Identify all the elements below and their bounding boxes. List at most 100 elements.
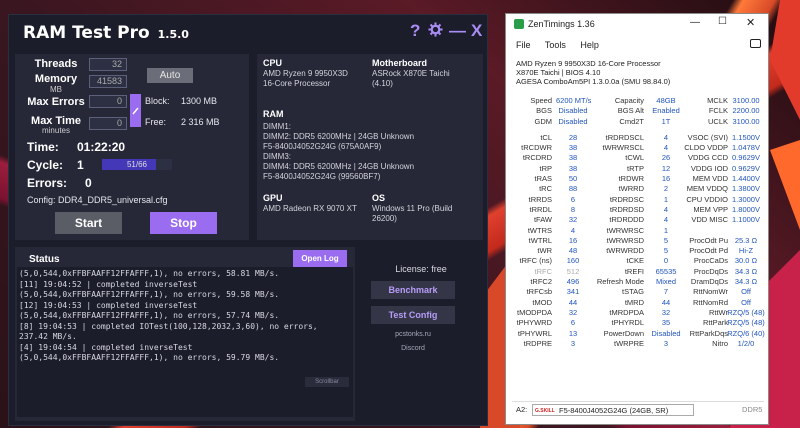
timing-label: Cmd2T: [619, 116, 644, 126]
gear-icon[interactable]: [428, 22, 443, 42]
errors-label: Errors:: [27, 176, 68, 190]
zt-row: tRP 38 tRTP 12 VDDG IOD 0.9629V: [512, 164, 764, 174]
zt-titlebar: ZenTimings 1.36 — ☐ ✕: [506, 14, 768, 36]
timing-value: 12: [661, 163, 671, 173]
max-errors-field[interactable]: 0: [89, 95, 127, 108]
threads-field[interactable]: 32: [89, 58, 127, 71]
timing-value: 160: [566, 256, 580, 266]
timing-label: tCWL: [625, 153, 644, 163]
timing-value: 44: [568, 297, 578, 307]
timing-label: tRP: [539, 163, 552, 173]
timing-label: tCL: [540, 132, 552, 142]
log-area[interactable]: (5,0,544,0xFFBFAAFF12FFAFFF,1), no error…: [17, 267, 353, 417]
open-log-button[interactable]: Open Log: [293, 250, 347, 267]
timing-label: ProcCaDs: [693, 256, 728, 266]
test-config-button[interactable]: Test Config: [371, 306, 455, 324]
timing-value: 3: [570, 338, 576, 348]
menu-file[interactable]: File: [516, 40, 531, 50]
timing-label: tRFC: [534, 266, 553, 276]
timing-label: tWRWRSC: [606, 225, 644, 235]
dimm-select[interactable]: G.SKILL F5-8400J4052G24G (24GB, SR): [532, 404, 694, 416]
log-line: [12] 19:04:53 | completed inverseTest: [19, 300, 198, 310]
timing-label: tRDRDDD: [609, 215, 644, 225]
timing-label: tRFC (ns): [519, 256, 553, 266]
timing-value: 3100.00: [732, 96, 760, 105]
auto-button[interactable]: Auto: [147, 68, 193, 83]
timing-label: tRTP: [627, 163, 644, 173]
timing-label: tWRWRSCL: [602, 143, 644, 153]
link-toggle[interactable]: [130, 94, 141, 127]
timing-label: tMOD: [532, 297, 552, 307]
stop-button[interactable]: Stop: [150, 212, 217, 234]
timing-label: UCLK: [707, 116, 728, 126]
zt-board-line: X870E Taichi | BIOS 4.10: [516, 68, 601, 77]
timing-value: 1.8000V: [732, 204, 760, 214]
zt-row: tWR 48 tWRWRDD 5 ProcOdt Pd Hi-Z: [512, 246, 764, 256]
timing-label: MCLK: [707, 96, 728, 105]
config-text: Config: DDR4_DDR5_universal.cfg: [27, 195, 168, 205]
timing-label: tRFC2: [530, 277, 552, 287]
timing-value: 2200.00: [732, 106, 760, 116]
cycle-progress: 51/66: [102, 159, 172, 170]
timing-label: tPHYWRL: [517, 328, 552, 338]
os-heading: OS: [372, 193, 386, 203]
timing-label: RttNomWr: [693, 287, 728, 297]
timing-value: 16: [568, 235, 578, 245]
timing-label: PowerDown: [603, 328, 644, 338]
zt-row: tRC 88 tWRRD 2 MEM VDDQ 1.3800V: [512, 184, 764, 194]
time-value: 01:22:20: [77, 140, 126, 154]
site-link[interactable]: pcstonks.ru: [371, 331, 455, 338]
timing-value: 4: [663, 132, 669, 142]
timing-label: GDM: [534, 116, 553, 126]
close-button[interactable]: X: [471, 21, 482, 41]
camera-icon[interactable]: [750, 39, 761, 48]
timing-label: tREFI: [624, 266, 644, 276]
timing-label: CPU VDDIO: [686, 194, 728, 204]
timing-label: tWRRD: [618, 184, 644, 194]
timing-label: tWRWRSD: [606, 235, 644, 245]
timing-label: MEM VDD: [692, 174, 728, 184]
zt-row: tRFC 512 tREFI 65535 ProcDqDs 34.3 Ω: [512, 267, 764, 277]
zt-timings-grid: Speed 6200 MT/s Capacity 48GB MCLK 3100.00 BGS…: [512, 96, 765, 349]
timing-value: 1: [663, 194, 669, 204]
menu-help[interactable]: Help: [580, 40, 599, 50]
start-button[interactable]: Start: [55, 212, 122, 234]
minimize-button[interactable]: —: [449, 21, 466, 41]
ram-heading: RAM: [263, 109, 284, 119]
timing-label: RttPark: [702, 318, 728, 328]
timing-label: CLDO VDDP: [684, 143, 728, 153]
log-line: (5,0,544,0xFFBFAAFF12FFAFFF,1), no error…: [19, 269, 280, 278]
cycle-label: Cycle:: [27, 158, 64, 172]
cycle-value: 1: [77, 158, 84, 172]
timing-value: 25.3 Ω: [734, 235, 758, 245]
max-time-field[interactable]: 0: [89, 117, 127, 130]
discord-link[interactable]: Discord: [371, 345, 455, 352]
menu-tools[interactable]: Tools: [545, 40, 566, 50]
ramtestpro-window: RAM Test Pro 1.5.0 ? — X Threads 32 Memor…: [8, 14, 488, 426]
zt-agesa-line: AGESA ComboAm5PI 1.3.0.0a (SMU 98.84.0): [516, 77, 671, 86]
benchmark-button[interactable]: Benchmark: [371, 281, 455, 299]
gpu-heading: GPU: [263, 193, 283, 203]
timing-value: 5: [663, 235, 669, 245]
help-button[interactable]: ?: [410, 21, 420, 41]
timing-label: tSTAG: [622, 287, 644, 297]
timing-label: tPHYWRD: [516, 318, 552, 328]
timing-value: Mixed: [655, 277, 676, 287]
zt-maximize-button[interactable]: ☐: [718, 16, 727, 27]
scrollbar-label[interactable]: Scrollbar: [305, 377, 349, 387]
timing-value: 7: [663, 287, 669, 297]
zt-close-button[interactable]: ✕: [746, 16, 755, 29]
motherboard-value: ASRock X870E Taichi (4.10): [372, 69, 450, 88]
timing-label: MEM VDDQ: [686, 184, 728, 194]
memory-field[interactable]: 41583: [89, 75, 127, 88]
timing-value: 35: [661, 318, 671, 328]
timing-label: tRDWR: [618, 174, 644, 184]
zt-row: BGS Disabled BGS Alt Enabled FCLK 2200.00: [512, 106, 764, 116]
zt-minimize-button[interactable]: —: [690, 17, 700, 28]
timing-label: tRAS: [534, 174, 552, 184]
timing-label: Refresh Mode: [596, 277, 644, 287]
timing-label: ProcDqDs: [693, 266, 728, 276]
timing-value: Disabled: [558, 116, 588, 126]
timing-label: RttParkDqs: [689, 328, 728, 338]
timing-value: Off: [741, 297, 751, 307]
